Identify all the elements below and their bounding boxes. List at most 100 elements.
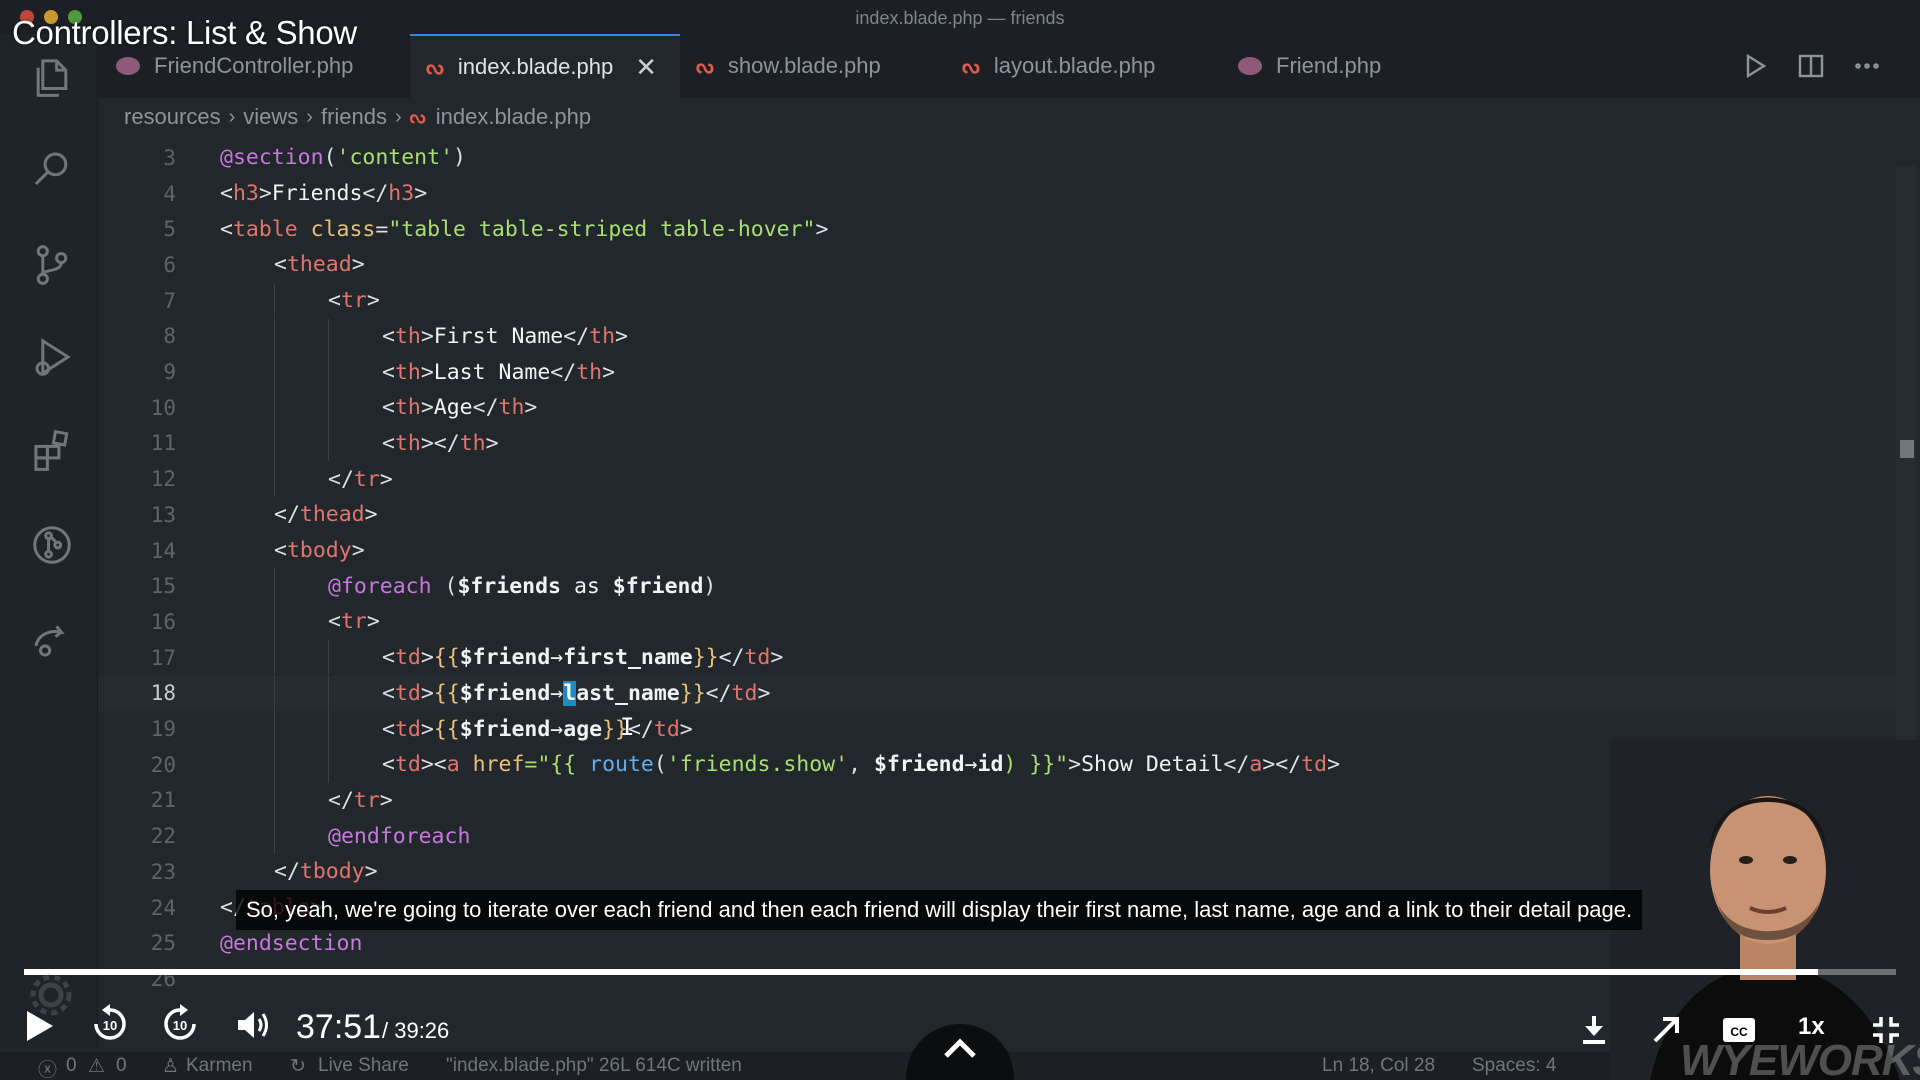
editor-actions	[1740, 44, 1882, 88]
breadcrumb-item[interactable]: views	[243, 104, 298, 130]
split-editor-icon[interactable]	[1796, 51, 1826, 81]
source-control-icon[interactable]	[25, 238, 79, 292]
code-line: 12 </tr>	[98, 461, 1898, 497]
code-line: 3 @section('content')	[98, 140, 1898, 176]
svg-text:10: 10	[173, 1018, 187, 1033]
indent-guide	[328, 425, 329, 462]
current-time: 37:51	[296, 1008, 382, 1046]
code-text: </tbody>	[274, 859, 378, 885]
code-text: @section('content')	[220, 145, 466, 171]
indent-guide	[274, 639, 275, 676]
code-text: @foreach ($friends as $friend)	[328, 573, 717, 599]
video-progress-bar[interactable]	[24, 969, 1896, 975]
line-number: 16	[150, 609, 176, 634]
wyeworks-watermark: WYEWORKS	[1680, 1036, 1920, 1080]
php-elephant-icon	[116, 57, 140, 75]
code-line: 16 <tr>	[98, 604, 1898, 640]
tab-label: index.blade.php	[457, 54, 614, 79]
rewind-10-button[interactable]: 10	[86, 1000, 134, 1048]
forward-10-button[interactable]: 10	[156, 1000, 204, 1048]
code-text: <th>First Name</th>	[382, 323, 628, 349]
indent-guide	[274, 818, 275, 854]
code-text: <th>Age</th>	[382, 395, 538, 421]
line-number: 6	[163, 252, 176, 277]
code-line: 11 <th></th>	[98, 425, 1898, 462]
more-actions-icon[interactable]	[1852, 51, 1882, 81]
code-text: <th></th>	[382, 430, 499, 456]
indent-guide	[328, 354, 329, 390]
explorer-icon[interactable]	[25, 50, 79, 104]
code-text: <tr>	[328, 609, 380, 635]
code-text: <td>{{$friend→age}}</td>	[382, 716, 693, 742]
indent-guide	[274, 282, 275, 319]
breadcrumb-item[interactable]: friends	[321, 104, 387, 130]
line-number: 15	[150, 574, 176, 599]
indent-guide	[328, 318, 329, 355]
line-number: 22	[150, 824, 176, 849]
code-text: </tr>	[328, 466, 393, 492]
chevron-right-icon: ›	[228, 105, 236, 128]
expand-panel-button[interactable]	[906, 1024, 1014, 1080]
indent-guide	[274, 675, 275, 712]
line-number: 20	[150, 752, 176, 777]
tab-index-blade[interactable]: ᔓ index.blade.php ✕	[410, 34, 680, 98]
volume-button[interactable]	[230, 1002, 276, 1048]
tab-label: layout.blade.php	[993, 53, 1156, 78]
code-text: <td><a href="{{ route('friends.show', $f…	[382, 752, 1341, 778]
scrollbar-thumb[interactable]	[1900, 440, 1914, 458]
tab-friend-php[interactable]: Friend.php	[1238, 34, 1458, 98]
chevron-up-icon	[944, 1038, 976, 1058]
indent-guide	[328, 389, 329, 426]
indent-guide	[274, 604, 275, 640]
line-number: 24	[150, 895, 176, 920]
code-line: 14 <tbody>	[98, 533, 1898, 569]
breadcrumb-item[interactable]: resources	[124, 104, 221, 130]
extensions-icon[interactable]	[25, 424, 79, 478]
play-button[interactable]	[20, 1004, 60, 1048]
indent-guide	[274, 782, 275, 819]
indent-guide	[328, 675, 329, 712]
code-line: 9 <th>Last Name</th>	[98, 354, 1898, 390]
line-number: 23	[150, 859, 176, 884]
text-cursor: l	[563, 680, 577, 706]
code-line: 7 <tr>	[98, 282, 1898, 319]
line-number: 21	[150, 788, 176, 813]
line-number: 25	[150, 931, 176, 956]
breadcrumb: resources › views › friends › ᔓ index.bl…	[124, 100, 591, 134]
svg-text:10: 10	[103, 1018, 117, 1033]
blade-icon: ᔓ	[962, 55, 980, 78]
tab-label: show.blade.php	[727, 53, 881, 78]
php-elephant-icon	[1238, 57, 1262, 75]
line-number: 9	[163, 360, 176, 385]
line-number: 7	[163, 288, 176, 313]
live-share-icon[interactable]	[25, 612, 79, 666]
video-title: Controllers: List & Show	[12, 14, 357, 51]
chevron-right-icon: ›	[306, 105, 313, 128]
git-graph-icon[interactable]	[25, 518, 79, 572]
blade-icon: ᔓ	[409, 106, 426, 127]
line-number: 5	[163, 217, 176, 242]
line-number: 8	[163, 324, 176, 349]
code-line: 15 @foreach ($friends as $friend)	[98, 568, 1898, 605]
code-line: 4 <h3>Friends</h3>	[98, 176, 1898, 212]
tab-label: FriendController.php	[154, 53, 354, 78]
code-text: <tr>	[328, 288, 380, 314]
run-icon[interactable]	[1740, 51, 1770, 81]
indent-guide	[274, 389, 275, 426]
indent-guide	[274, 461, 275, 497]
indent-guide	[274, 568, 275, 605]
tab-label: Friend.php	[1276, 53, 1382, 78]
breadcrumb-item[interactable]: index.blade.php	[436, 104, 591, 130]
line-number: 14	[150, 538, 176, 563]
search-icon[interactable]	[25, 142, 79, 196]
tab-layout-blade[interactable]: ᔓ layout.blade.php	[962, 34, 1222, 98]
run-debug-icon[interactable]	[25, 330, 79, 384]
indent-guide	[328, 746, 329, 783]
line-number: 17	[150, 645, 176, 670]
close-icon[interactable]: ✕	[635, 52, 657, 83]
code-text: <table class="table table-striped table-…	[220, 216, 829, 242]
line-number: 18	[150, 681, 176, 706]
tab-show-blade[interactable]: ᔓ show.blade.php	[696, 34, 956, 98]
indent-guide	[274, 318, 275, 355]
download-button[interactable]	[1574, 1010, 1614, 1050]
